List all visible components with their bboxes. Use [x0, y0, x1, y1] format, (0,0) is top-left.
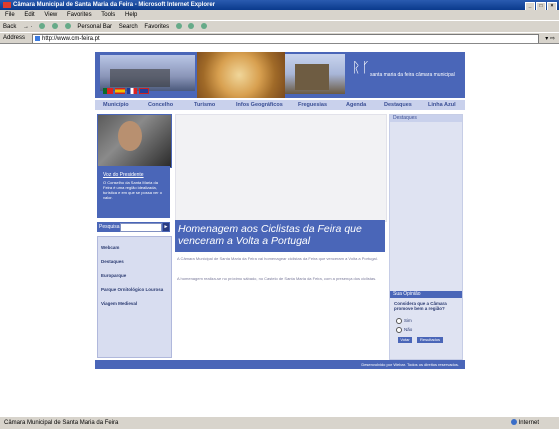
flag-uk-icon[interactable] [139, 88, 149, 94]
left-column: Voz do Presidente O Conselho da Santa Ma… [97, 114, 172, 358]
banner-photo-castle [285, 54, 345, 94]
poll-option-no[interactable]: Não [396, 327, 412, 333]
site-logo-text: santa maria da feira câmara municipal [370, 72, 455, 78]
banner-photo-mask [197, 52, 285, 98]
poll-option-yes-label: Sim [404, 318, 412, 324]
news-headline[interactable]: Homenagem aos Ciclistas da Feira que ven… [178, 223, 384, 247]
mail-icon[interactable] [188, 23, 195, 30]
news-column: Homenagem aos Ciclistas da Feira que ven… [175, 114, 387, 358]
website: ᚱᚴ santa maria da feira câmara municipal… [95, 52, 465, 370]
history-icon[interactable] [175, 23, 182, 30]
menu-view[interactable]: View [44, 12, 57, 18]
nav-freguesias[interactable]: Freguesias [298, 100, 327, 110]
poll-vote-button[interactable]: Votar [398, 337, 412, 343]
radio-icon[interactable] [396, 318, 402, 324]
side-link-webcam[interactable]: Webcam [101, 245, 119, 250]
right-column: Destaques Sua Opinião Considera que a Câ… [389, 114, 463, 360]
favorites-button[interactable]: Favorites [144, 24, 169, 30]
poll-question: Considera que a Câmara promove bem a reg… [394, 301, 447, 311]
status-zone-label: Internet [518, 420, 539, 426]
flag-pt-icon[interactable] [103, 88, 113, 94]
mayor-box: Voz do Presidente O Conselho da Santa Ma… [97, 166, 170, 218]
site-nav: Município Concelho Turismo Infos Geográf… [95, 100, 465, 110]
nav-linha-azul[interactable]: Linha Azul [428, 100, 456, 110]
nav-infos-geograficos[interactable]: Infos Geográficos [236, 100, 283, 110]
nav-destaques[interactable]: Destaques [384, 100, 412, 110]
headline-bar: Homenagem aos Ciclistas da Feira que ven… [175, 220, 385, 252]
nav-agenda[interactable]: Agenda [346, 100, 366, 110]
address-url: http://www.cm-feira.pt [42, 36, 100, 42]
window-title: Câmara Municipal de Santa Maria da Feira… [13, 2, 216, 8]
poll-header: Sua Opinião [390, 291, 462, 298]
side-links: Webcam Destaques Europarque Parque Ornit… [97, 236, 172, 358]
ie-icon [3, 2, 11, 8]
nav-municipio[interactable]: Município [103, 100, 129, 110]
stop-icon[interactable] [39, 23, 46, 30]
status-text: Câmara Municipal de Santa Maria da Feira [4, 420, 119, 426]
news-paragraph-2: A homenagem realiza-se no próximo sábado… [177, 276, 377, 281]
site-footer: Desenvolvido por Webar. Todos os direito… [95, 360, 465, 369]
print-icon[interactable] [201, 23, 208, 30]
side-link-viagem-medieval[interactable]: Viagem Medieval [101, 301, 137, 306]
poll-results-button[interactable]: Resultados [417, 337, 443, 343]
menu-favorites[interactable]: Favorites [67, 12, 92, 18]
browser-viewport: ᚱᚴ santa maria da feira câmara municipal… [0, 43, 559, 416]
site-logo-icon[interactable]: ᚱᚴ [352, 60, 371, 76]
menu-file[interactable]: File [5, 12, 15, 18]
poll-option-no-label: Não [404, 327, 413, 333]
flag-es-icon[interactable] [115, 88, 125, 94]
address-label: Address [3, 35, 26, 41]
menu-tools[interactable]: Tools [101, 12, 115, 18]
nav-concelho[interactable]: Concelho [148, 100, 173, 110]
radio-icon[interactable] [396, 327, 402, 333]
refresh-icon[interactable] [52, 23, 59, 30]
site-search: Pesquisa ► [97, 222, 170, 232]
menu-help[interactable]: Help [125, 12, 137, 18]
poll-option-yes[interactable]: Sim [396, 318, 412, 324]
search-input[interactable] [120, 223, 162, 232]
status-bar: Câmara Municipal de Santa Maria da Feira… [0, 416, 559, 429]
menu-edit[interactable]: Edit [24, 12, 34, 18]
language-flags [103, 88, 151, 96]
status-zone: Internet [510, 417, 539, 429]
nav-turismo[interactable]: Turismo [194, 100, 215, 110]
site-banner: ᚱᚴ santa maria da feira câmara municipal [95, 52, 465, 98]
mayor-photo [97, 114, 172, 168]
search-go-icon[interactable]: ► [163, 223, 169, 231]
right-column-header: Destaques [390, 115, 462, 122]
banner-photo-buildings [100, 55, 195, 91]
mayor-text: O Conselho da Santa Maria da Feira é uma… [103, 180, 162, 200]
page-icon [35, 35, 40, 41]
side-link-europarque[interactable]: Europarque [101, 273, 126, 278]
search-button[interactable]: Search [119, 24, 138, 30]
forward-icon[interactable]: → · [23, 24, 33, 30]
window-titlebar: Câmara Municipal de Santa Maria da Feira… [0, 0, 559, 11]
news-image [175, 114, 387, 222]
news-paragraph-1: A Câmara Municipal de Santa Maria da Fei… [177, 256, 378, 261]
side-link-parque-ornitologico[interactable]: Parque Ornitológico Lourosa [101, 287, 163, 292]
back-button[interactable]: Back [3, 24, 16, 30]
home-icon[interactable] [64, 23, 71, 30]
globe-icon [510, 419, 517, 426]
personal-bar-button[interactable]: Personal Bar [77, 24, 112, 30]
search-label: Pesquisa [99, 224, 120, 230]
flag-fr-icon[interactable] [127, 88, 137, 94]
menu-bar: File Edit View Favorites Tools Help [0, 10, 559, 20]
mayor-title-link[interactable]: Voz do Presidente [103, 172, 144, 178]
side-link-destaques[interactable]: Destaques [101, 259, 124, 264]
